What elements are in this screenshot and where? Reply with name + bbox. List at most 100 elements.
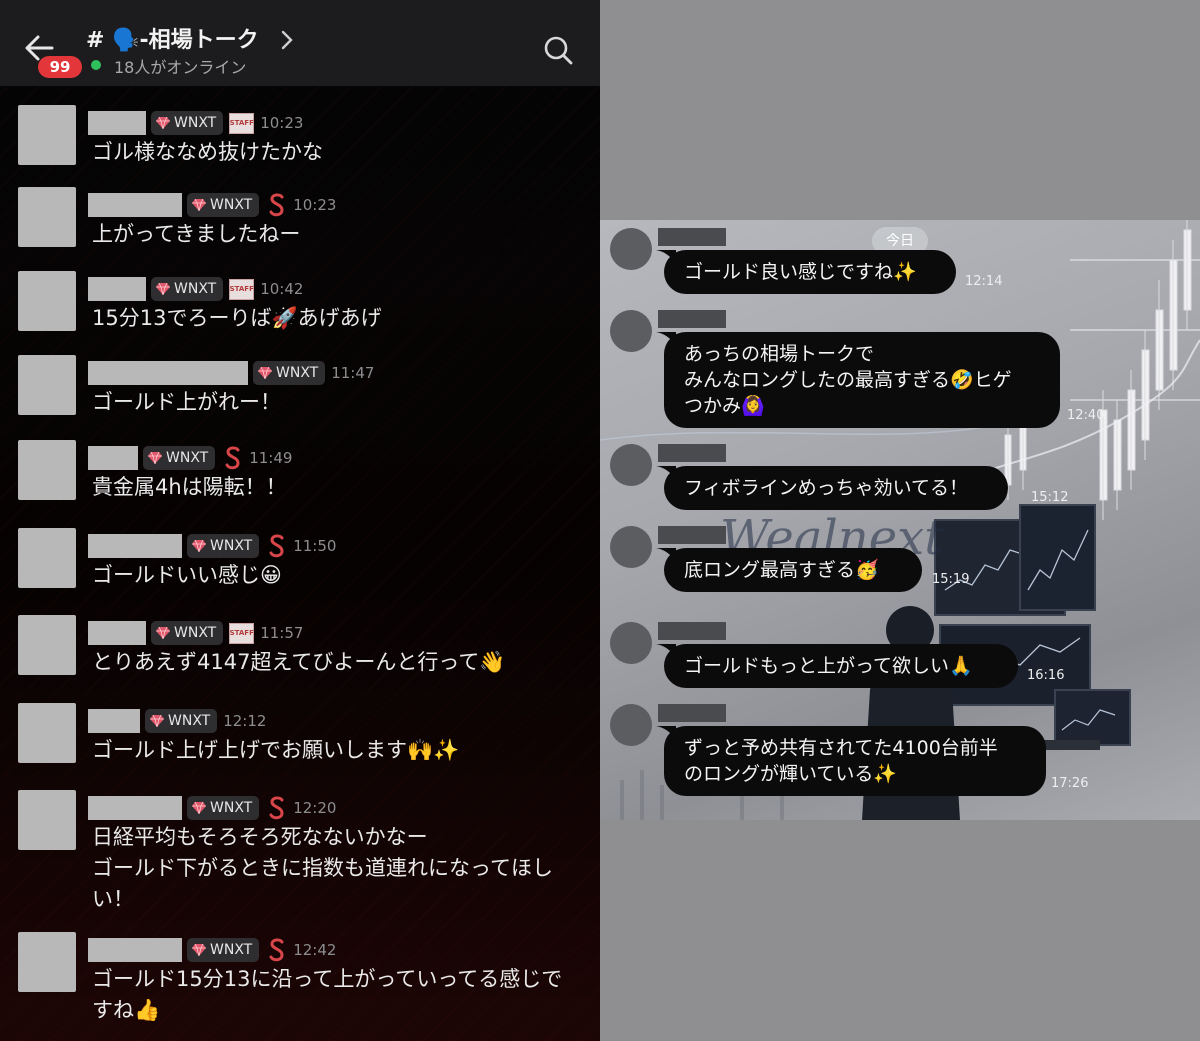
avatar[interactable] — [18, 105, 76, 165]
role-tag-label: WNXT — [210, 197, 253, 213]
avatar[interactable] — [610, 526, 652, 568]
role-tag[interactable]: WNXT — [145, 709, 218, 733]
message-bubble[interactable]: フィボラインめっちゃ効いてる！ — [664, 466, 1008, 510]
channel-title[interactable]: # 🗣️-相場トーク — [86, 22, 259, 54]
search-icon[interactable] — [542, 34, 574, 66]
s-badge-icon — [269, 534, 284, 558]
gem-icon — [156, 627, 170, 639]
message-text: ゴル様ななめ抜けたかな — [92, 140, 323, 164]
timestamp: 16:16 — [1027, 668, 1065, 683]
role-tag-label: WNXT — [174, 281, 217, 297]
line-chat-pane: Wealnext 今日 ゴールド良い感じですね✨ 12:14 あっちの相場トーク… — [600, 0, 1200, 1041]
message-text: ゴールド上げ上げでお願いします🙌✨ — [92, 738, 460, 762]
avatar[interactable] — [18, 703, 76, 763]
username-redacted[interactable] — [88, 621, 146, 645]
avatar[interactable] — [18, 528, 76, 588]
message-text: ゴールド上がれー！ — [92, 390, 281, 414]
timestamp: 11:50 — [293, 537, 337, 555]
role-tag[interactable]: WNXT — [253, 361, 326, 385]
username-redacted[interactable] — [88, 446, 138, 470]
message-meta: WNXT 10:23 — [88, 192, 336, 218]
username-redacted[interactable] — [88, 193, 182, 217]
channel-header: 99 # 🗣️-相場トーク 18人がオンライン — [0, 0, 600, 86]
message-bubble[interactable]: 底ロング最高すぎる🥳 — [664, 548, 922, 592]
avatar[interactable] — [18, 615, 76, 675]
gem-icon — [192, 540, 206, 552]
avatar[interactable] — [18, 790, 76, 850]
username-redacted[interactable] — [658, 622, 726, 640]
role-tag-label: WNXT — [210, 538, 253, 554]
role-tag-label: WNXT — [174, 625, 217, 641]
message-meta: WNXT STAFF 10:23 — [88, 110, 303, 136]
gem-icon — [148, 452, 162, 464]
message-bubble[interactable]: ゴールドもっと上がって欲しい🙏 — [664, 644, 1018, 688]
role-tag[interactable]: WNXT — [151, 277, 224, 301]
role-tag[interactable]: WNXT — [187, 938, 260, 962]
gem-icon — [156, 117, 170, 129]
s-badge-icon — [225, 446, 240, 470]
timestamp: 11:49 — [249, 449, 293, 467]
avatar[interactable] — [18, 440, 76, 500]
timestamp: 12:20 — [293, 799, 337, 817]
message-meta: WNXT 12:12 — [88, 708, 266, 734]
avatar[interactable] — [18, 187, 76, 247]
unread-badge: 99 — [38, 56, 82, 78]
username-redacted[interactable] — [88, 361, 248, 385]
online-count: 18人がオンライン — [114, 58, 247, 77]
chat-panel: Wealnext 今日 ゴールド良い感じですね✨ 12:14 あっちの相場トーク… — [600, 220, 1200, 820]
staff-badge-icon: STAFF — [229, 622, 255, 644]
role-tag-label: WNXT — [166, 450, 209, 466]
avatar[interactable] — [610, 444, 652, 486]
username-redacted[interactable] — [88, 796, 182, 820]
avatar[interactable] — [610, 228, 652, 270]
s-badge-icon — [269, 796, 284, 820]
online-status-dot — [91, 60, 101, 70]
message-text: 日経平均もそろそろ死なないかなー ゴールド下がるときに指数も道連れになってほし … — [92, 825, 553, 911]
username-redacted[interactable] — [658, 526, 726, 544]
avatar[interactable] — [18, 271, 76, 331]
role-tag[interactable]: WNXT — [187, 796, 260, 820]
gem-icon — [192, 802, 206, 814]
role-tag[interactable]: WNXT — [187, 534, 260, 558]
s-badge-icon — [269, 938, 284, 962]
gem-icon — [156, 283, 170, 295]
username-redacted[interactable] — [658, 228, 726, 246]
message-bubble[interactable]: ゴールド良い感じですね✨ — [664, 250, 956, 294]
message-meta: WNXT 11:50 — [88, 533, 336, 559]
message-meta: WNXT 12:42 — [88, 937, 336, 963]
role-tag-label: WNXT — [210, 942, 253, 958]
timestamp: 10:23 — [293, 196, 337, 214]
message-bubble[interactable]: あっちの相場トークで みんなロングしたの最高すぎる🤣ヒゲ つかみ🙆‍♀️ — [664, 332, 1060, 428]
timestamp: 12:40 — [1067, 408, 1105, 423]
avatar[interactable] — [610, 622, 652, 664]
role-tag[interactable]: WNXT — [151, 621, 224, 645]
username-redacted[interactable] — [88, 938, 182, 962]
role-tag-label: WNXT — [168, 713, 211, 729]
username-redacted[interactable] — [88, 709, 140, 733]
message-meta: WNXT 12:20 — [88, 795, 336, 821]
avatar[interactable] — [610, 310, 652, 352]
username-redacted[interactable] — [88, 534, 182, 558]
username-redacted[interactable] — [658, 444, 726, 462]
username-redacted[interactable] — [658, 704, 726, 722]
username-redacted[interactable] — [88, 111, 146, 135]
role-tag[interactable]: WNXT — [143, 446, 216, 470]
avatar[interactable] — [18, 355, 76, 415]
message-bubble[interactable]: ずっと予め共有されてた4100台前半 のロングが輝いている✨ — [664, 726, 1046, 796]
timestamp: 15:12 — [1031, 490, 1069, 505]
username-redacted[interactable] — [658, 310, 726, 328]
gem-icon — [192, 944, 206, 956]
timestamp: 11:47 — [331, 364, 375, 382]
message-text: ゴールドいい感じ😀 — [92, 563, 282, 587]
role-tag[interactable]: WNXT — [187, 193, 260, 217]
avatar[interactable] — [18, 932, 76, 992]
avatar[interactable] — [610, 704, 652, 746]
role-tag[interactable]: WNXT — [151, 111, 224, 135]
timestamp: 10:42 — [260, 280, 304, 298]
timestamp: 12:14 — [965, 274, 1003, 289]
gem-icon — [150, 715, 164, 727]
message-meta: WNXT 11:47 — [88, 360, 374, 386]
message-text: 15分13でろーりば🚀あげあげ — [92, 306, 382, 330]
username-redacted[interactable] — [88, 277, 146, 301]
chevron-right-icon[interactable] — [280, 28, 294, 52]
